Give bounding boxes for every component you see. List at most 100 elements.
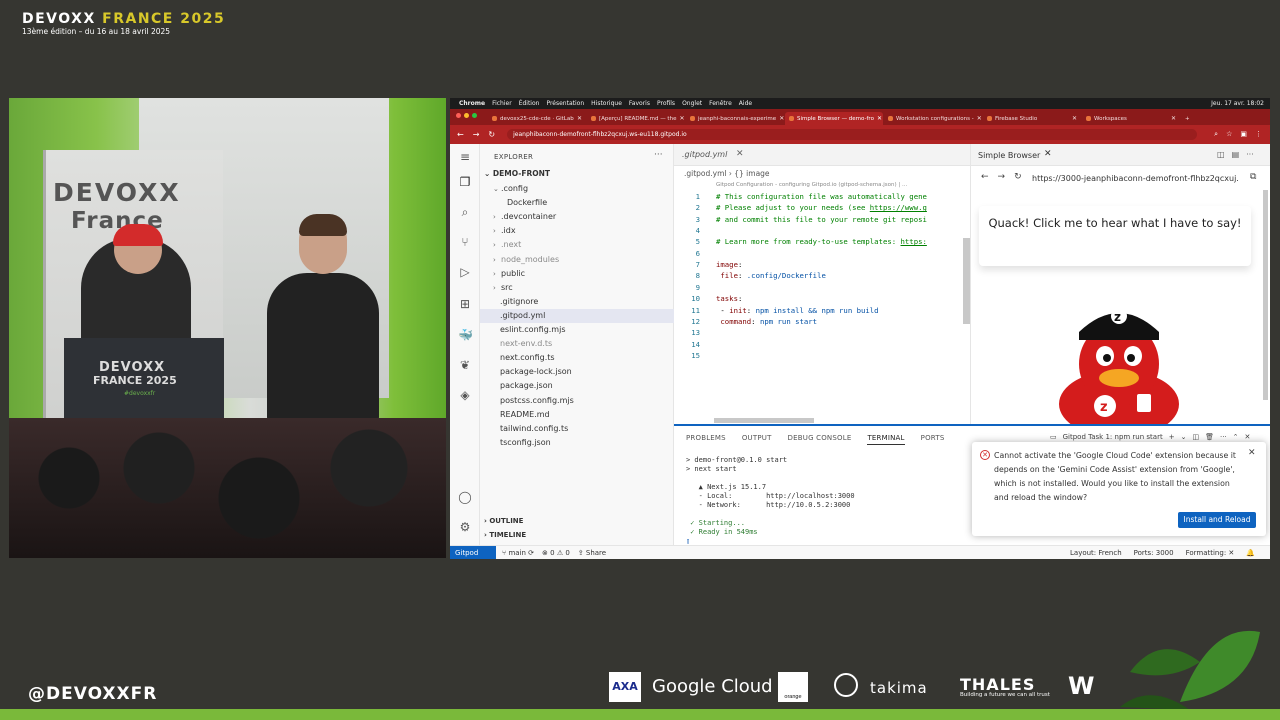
maximize-panel-icon[interactable]: ⌃: [1233, 433, 1239, 441]
extensions-icon[interactable]: ⊞: [458, 297, 472, 311]
code-line[interactable]: 7 image:: [674, 260, 970, 271]
code-line[interactable]: 11 - init: npm install && npm run build: [674, 306, 970, 317]
code-line[interactable]: 9: [674, 283, 970, 294]
tree-item[interactable]: .gitignore: [480, 295, 674, 309]
tree-item[interactable]: postcss.config.mjs: [480, 394, 674, 408]
tree-item[interactable]: README.md: [480, 408, 674, 422]
reload-icon[interactable]: ↻: [1014, 172, 1022, 182]
breadcrumb[interactable]: .gitpod.yml › {} image: [684, 169, 770, 178]
simple-browser-url[interactable]: https://3000-jeanphibaconn-demofront-flh…: [1032, 174, 1242, 183]
tree-item[interactable]: next-env.d.ts: [480, 337, 674, 351]
more-icon[interactable]: ···: [654, 150, 663, 160]
menubar-item[interactable]: Chrome: [459, 100, 485, 107]
code-line[interactable]: 12 command: npm run start: [674, 317, 970, 328]
forward-icon[interactable]: →: [998, 172, 1006, 182]
panel-tab[interactable]: OUTPUT: [742, 434, 772, 445]
account-icon[interactable]: ◯: [458, 490, 472, 504]
mongodb-icon[interactable]: ❦: [458, 358, 472, 372]
panel-tab[interactable]: TERMINAL: [867, 434, 905, 445]
menubar-item[interactable]: Profils: [657, 100, 675, 107]
menubar-item[interactable]: Présentation: [546, 100, 584, 107]
code-line[interactable]: 3 # and commit this file to your remote g…: [674, 215, 970, 226]
menubar-item[interactable]: Fichier: [492, 100, 512, 107]
more-icon[interactable]: ···: [1220, 433, 1227, 441]
code-line[interactable]: 2 # Please adjust to your needs (see http…: [674, 203, 970, 214]
close-icon[interactable]: ✕: [577, 115, 582, 122]
remote-indicator[interactable]: Gitpod: [450, 546, 496, 559]
close-icon[interactable]: ✕: [877, 115, 882, 122]
menubar-item[interactable]: Aide: [739, 100, 752, 107]
code-line[interactable]: 8 file: .config/Dockerfile: [674, 271, 970, 282]
tree-item[interactable]: eslint.config.mjs: [480, 323, 674, 337]
gear-icon[interactable]: ⚙: [458, 520, 472, 534]
tree-item[interactable]: Dockerfile: [480, 196, 674, 210]
duck-mascot-icon[interactable]: z z: [1057, 294, 1181, 424]
docker-icon[interactable]: 🐳: [458, 328, 473, 342]
branch-indicator[interactable]: ⑂ main ⟳: [502, 549, 534, 557]
close-icon[interactable]: ✕: [679, 115, 684, 122]
tree-item[interactable]: tsconfig.json: [480, 436, 674, 450]
menubar-item[interactable]: Fenêtre: [709, 100, 732, 107]
open-external-icon[interactable]: ⧉: [1250, 172, 1256, 182]
browser-scrollbar[interactable]: [1263, 190, 1268, 400]
trash-icon[interactable]: 🗑: [1205, 433, 1214, 441]
close-icon[interactable]: ✕: [736, 149, 744, 159]
code-line[interactable]: 1 # This configuration file was automatic…: [674, 192, 970, 203]
tree-item[interactable]: .gitpod.yml: [480, 308, 674, 323]
extension-icon[interactable]: ▣: [1240, 130, 1247, 139]
close-icon[interactable]: ✕: [1072, 115, 1077, 122]
tree-item[interactable]: › node_modules: [480, 253, 674, 267]
keyboard-layout[interactable]: Layout: French: [1070, 549, 1122, 557]
editor-hscrollbar[interactable]: [714, 418, 814, 423]
simple-browser-tab[interactable]: Simple Browser: [978, 151, 1040, 160]
panel-tab[interactable]: PORTS: [921, 434, 945, 445]
split-editor-icon[interactable]: ◫: [1217, 150, 1225, 159]
tree-item[interactable]: › public: [480, 267, 674, 281]
back-icon[interactable]: ←: [457, 130, 464, 139]
lock-icon[interactable]: ▤: [1232, 150, 1240, 159]
share-button[interactable]: ⇪ Share: [578, 549, 606, 557]
split-terminal-icon[interactable]: ◫: [1192, 433, 1199, 441]
code-line[interactable]: 5 # Learn more from ready-to-use template…: [674, 237, 970, 248]
workspace-root[interactable]: ⌄ DEMO-FRONT: [484, 169, 550, 178]
tree-item[interactable]: tailwind.config.ts: [480, 422, 674, 436]
panel-tab[interactable]: DEBUG CONSOLE: [788, 434, 852, 445]
install-and-reload-button[interactable]: Install and Reload: [1178, 512, 1256, 528]
close-icon[interactable]: ✕: [779, 115, 784, 122]
terminal-output[interactable]: > demo-front@0.1.0 start > next start ▲ N…: [686, 456, 855, 546]
forward-icon[interactable]: →: [473, 130, 480, 139]
close-window-button[interactable]: [456, 113, 461, 118]
problems-indicator[interactable]: ⊗ 0 ⚠ 0: [542, 549, 570, 557]
tree-item[interactable]: package-lock.json: [480, 365, 674, 379]
browser-tab[interactable]: [Aperçu] README.md — the ✕: [587, 112, 685, 125]
maximize-window-button[interactable]: [472, 113, 477, 118]
star-icon[interactable]: ☆: [1226, 130, 1232, 139]
add-terminal-icon[interactable]: +: [1169, 433, 1175, 441]
browser-tab[interactable]: devoxx25-cde-cde · GitLab ✕: [488, 112, 586, 125]
code-line[interactable]: 6: [674, 249, 970, 260]
code-line[interactable]: 4: [674, 226, 970, 237]
new-tab-button[interactable]: +: [1181, 112, 1195, 125]
back-icon[interactable]: ←: [981, 172, 989, 182]
timeline-section[interactable]: › TIMELINE: [484, 531, 526, 539]
browser-tab[interactable]: Workspaces ✕: [1082, 112, 1180, 125]
browser-tab[interactable]: Firebase Studio ✕: [983, 112, 1081, 125]
menu-icon[interactable]: ⋮: [1255, 130, 1262, 139]
close-icon[interactable]: ✕: [977, 115, 982, 122]
editor-scrollbar[interactable]: [963, 238, 970, 324]
close-icon[interactable]: ✕: [1044, 149, 1052, 159]
code-line[interactable]: 14: [674, 340, 970, 351]
run-debug-icon[interactable]: ▷: [458, 265, 472, 279]
reload-icon[interactable]: ↻: [488, 130, 495, 139]
ports-indicator[interactable]: Ports: 3000: [1134, 549, 1174, 557]
close-icon[interactable]: ✕: [1171, 115, 1176, 122]
minimize-window-button[interactable]: [464, 113, 469, 118]
code-line[interactable]: 15: [674, 351, 970, 362]
tree-item[interactable]: ⌄ .config: [480, 182, 674, 196]
address-bar[interactable]: jeanphibaconn-demofront-flhbz2qcxuj.ws-e…: [507, 129, 1198, 140]
bell-icon[interactable]: 🔔: [1246, 549, 1255, 557]
chevron-down-icon[interactable]: ⌄: [1181, 433, 1187, 441]
quack-button[interactable]: Quack! Click me to hear what I have to s…: [979, 206, 1251, 266]
gitpod-icon[interactable]: ◈: [458, 388, 472, 402]
menubar-item[interactable]: Historique: [591, 100, 622, 107]
